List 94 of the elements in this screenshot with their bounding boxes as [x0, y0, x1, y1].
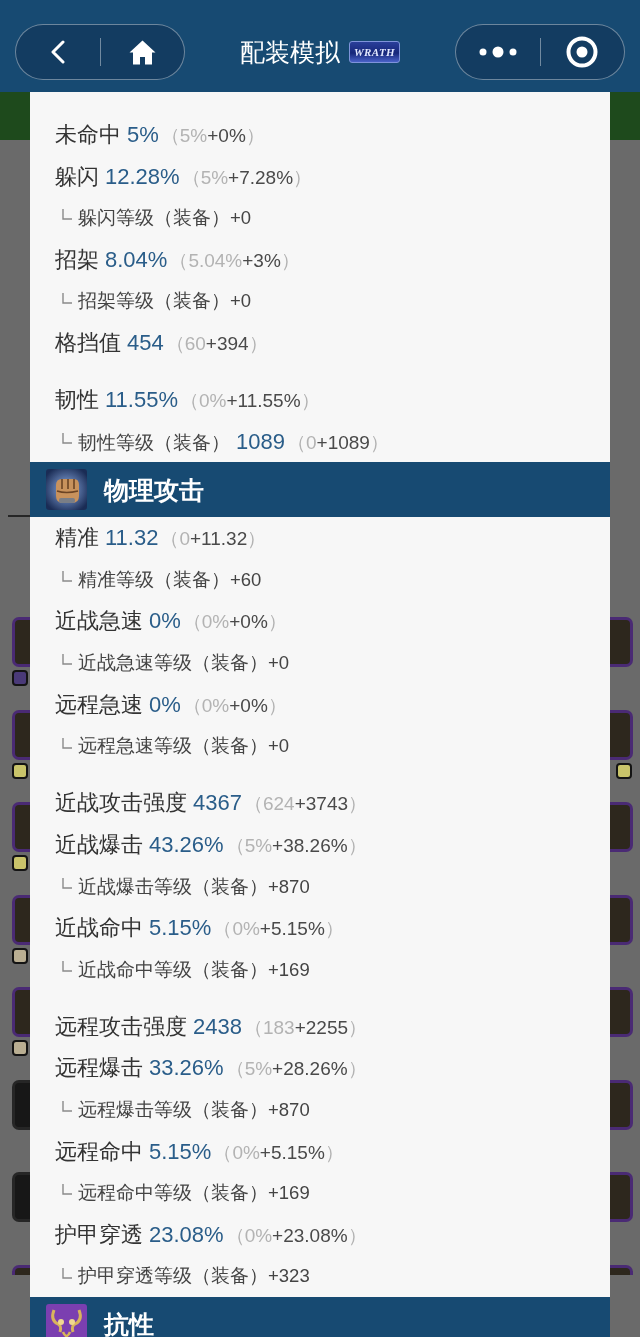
sub-stat-label: 招架等级（装备）+0	[78, 289, 252, 314]
stat-breakdown: （183+2255）	[243, 1015, 368, 1040]
stat-breakdown: （0%+11.55%）	[180, 389, 320, 414]
sub-stat-label: 韧性等级（装备）	[78, 430, 230, 455]
stat-value: 5%	[127, 121, 159, 149]
ring-dot-icon	[566, 36, 599, 68]
sub-stat-label: 近战爆击等级（装备）+870	[78, 874, 310, 899]
stat-breakdown: （0%+5.15%）	[213, 917, 344, 942]
stat-breakdown: （5%+38.26%）	[225, 833, 367, 858]
stat-label: 远程爆击	[55, 1054, 143, 1083]
stat-label: 未命中	[55, 121, 121, 149]
stat-breakdown: （0%+0%）	[182, 693, 287, 718]
item-picture-placeholder[interactable]	[12, 617, 30, 667]
stat-value: 5.15%	[149, 1137, 212, 1166]
sub-stat-label: 远程爆击等级（装备）+870	[78, 1097, 310, 1122]
branch-corner-icon	[62, 654, 72, 666]
item-picture-placeholder[interactable]	[610, 709, 633, 760]
stat-value: 8.04%	[105, 245, 168, 274]
stat-label: 精准	[55, 524, 99, 553]
item-picture-placeholder[interactable]	[610, 617, 633, 667]
fist-icon	[46, 469, 87, 511]
stat-label: 远程急速	[55, 690, 143, 719]
item-picture-placeholder[interactable]	[610, 802, 633, 852]
section-title: 抗性	[104, 1309, 154, 1337]
branch-corner-icon	[62, 571, 72, 583]
stat-value: 23.08%	[149, 1220, 224, 1249]
item-picture-placeholder[interactable]	[610, 1172, 633, 1222]
stat-value: 11.55%	[105, 386, 178, 415]
sub-stat-label: 近战命中等级（装备）+169	[78, 957, 310, 982]
item-picture-placeholder[interactable]	[610, 1264, 633, 1275]
stat-breakdown: （0+1089）	[286, 430, 389, 455]
branch-corner-icon	[62, 737, 72, 749]
sub-stat-label: 远程急速等级（装备）+0	[78, 734, 290, 759]
chevron-left-icon	[50, 40, 65, 64]
stat-label: 远程攻击强度	[55, 1012, 187, 1041]
horned-mask-icon	[46, 1303, 87, 1337]
stat-value: 12.28%	[105, 162, 180, 191]
item-picture-placeholder[interactable]	[610, 987, 633, 1037]
page-title: 配装模拟	[239, 37, 340, 68]
stat-value: 0%	[149, 690, 181, 719]
item-picture-placeholder[interactable]	[12, 894, 30, 945]
item-picture-placeholder[interactable]	[12, 802, 30, 852]
stat-value: 4367	[193, 789, 242, 818]
stat-label: 近战命中	[55, 914, 143, 943]
stat-label: 招架	[55, 245, 99, 274]
stat-value: 11.32	[105, 524, 159, 553]
stat-breakdown: （60+394）	[165, 331, 268, 356]
game-logo: WRATH	[348, 41, 401, 63]
item-picture-placeholder[interactable]	[12, 987, 30, 1037]
item-picture-placeholder[interactable]	[610, 894, 633, 945]
section-title: 物理攻击	[104, 474, 204, 506]
item-picture-placeholder[interactable]	[12, 1079, 30, 1130]
stat-value: 5.15%	[149, 914, 212, 943]
stat-label: 近战爆击	[55, 830, 143, 859]
stat-breakdown: （0%+5.15%）	[213, 1140, 344, 1165]
stat-label: 近战急速	[55, 607, 143, 636]
stat-label: 远程命中	[55, 1137, 143, 1166]
branch-corner-icon	[62, 209, 72, 221]
branch-corner-icon	[62, 961, 72, 972]
stat-label: 近战攻击强度	[55, 789, 187, 818]
stat-breakdown: （624+3743）	[243, 792, 368, 817]
branch-corner-icon	[62, 292, 72, 304]
stat-value: 43.26%	[149, 830, 224, 859]
stat-breakdown: （5.04%+3%）	[169, 248, 300, 273]
stat-value: 1089	[236, 427, 285, 456]
stat-label: 护甲穿透	[55, 1220, 143, 1249]
branch-corner-icon	[62, 432, 72, 444]
stat-value: 454	[127, 328, 164, 357]
more-icon	[478, 46, 517, 58]
home-icon	[128, 39, 156, 65]
stat-label: 格挡值	[55, 328, 121, 357]
sub-stat-label: 近战急速等级（装备）+0	[78, 651, 290, 676]
branch-corner-icon	[62, 1267, 72, 1279]
stat-breakdown: （5%+28.26%）	[225, 1057, 367, 1082]
item-picture-placeholder[interactable]	[12, 1172, 30, 1222]
sub-stat-label: 远程命中等级（装备）+169	[78, 1181, 310, 1206]
stat-breakdown: （0%+0%）	[182, 610, 287, 635]
sub-stat-label: 精准等级（装备）+60	[78, 567, 262, 592]
stat-breakdown: （5%+0%）	[160, 124, 265, 148]
stat-label: 躲闪	[55, 162, 99, 191]
sub-stat-label: 护甲穿透等级（装备）+323	[78, 1264, 310, 1289]
stat-breakdown: （0+11.32）	[160, 527, 267, 552]
stat-breakdown: （0%+23.08%）	[225, 1223, 367, 1248]
item-picture-placeholder[interactable]	[12, 709, 30, 760]
item-picture-placeholder[interactable]	[610, 1079, 633, 1130]
stat-value: 33.26%	[149, 1054, 224, 1083]
stat-value: 2438	[193, 1012, 242, 1041]
branch-corner-icon	[62, 1184, 72, 1196]
branch-corner-icon	[62, 877, 72, 889]
stat-label: 韧性	[55, 386, 99, 415]
sub-stat-label: 躲闪等级（装备）+0	[78, 206, 252, 231]
branch-corner-icon	[62, 1101, 72, 1113]
stat-breakdown: （5%+7.28%）	[181, 165, 313, 190]
stat-value: 0%	[149, 607, 181, 636]
